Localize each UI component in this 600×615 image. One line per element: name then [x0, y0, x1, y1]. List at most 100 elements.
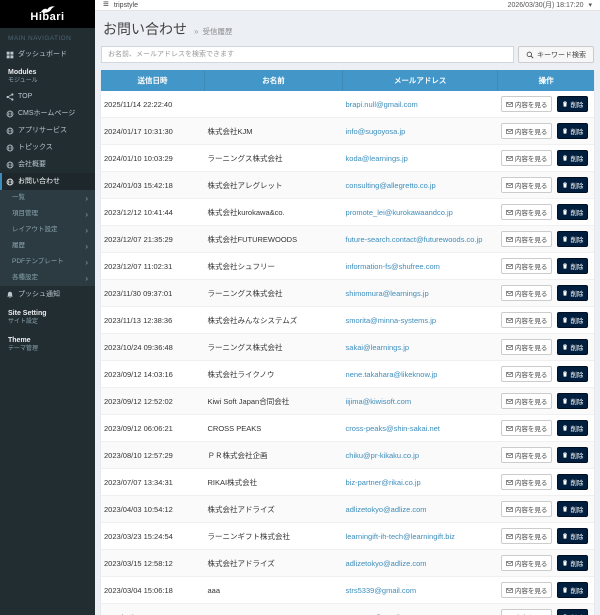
email-link[interactable]: information-fs@shufree.com — [346, 262, 440, 271]
keyword-search-button[interactable]: キーワード検索 — [518, 46, 594, 63]
delete-button[interactable]: 削除 — [557, 231, 588, 247]
email-link[interactable]: adlizetokyo@adlize.com — [346, 559, 427, 568]
hamburger-menu-icon[interactable]: ≡ — [103, 0, 109, 10]
view-content-button[interactable]: 内容を見る — [501, 312, 553, 328]
trash-icon — [562, 155, 568, 161]
view-content-button[interactable]: 内容を見る — [501, 555, 553, 571]
delete-button[interactable]: 削除 — [557, 501, 588, 517]
delete-button[interactable]: 削除 — [557, 366, 588, 382]
table-row: 2024/01/03 15:42:18 株式会社アレグレット consultin… — [101, 172, 594, 199]
view-content-button[interactable]: 内容を見る — [501, 474, 553, 490]
view-content-button[interactable]: 内容を見る — [501, 150, 553, 166]
sidebar-item-dashboard[interactable]: ダッシュボード — [0, 46, 95, 63]
sidebar-item[interactable]: CMSホームページ — [0, 105, 95, 122]
sidebar-item[interactable]: 会社概要 — [0, 156, 95, 173]
cell-name: 株式会社FUTUREWOODS — [205, 226, 343, 253]
delete-button[interactable]: 削除 — [557, 312, 588, 328]
nav-item-icon — [6, 127, 14, 135]
email-link[interactable]: shimomura@learnings.jp — [346, 289, 429, 298]
sidebar-subitem-label: 履歴 — [12, 242, 25, 250]
delete-button[interactable]: 削除 — [557, 339, 588, 355]
email-link[interactable]: brapi.null@gmail.com — [346, 100, 418, 109]
brand-logo[interactable]: Hibari — [0, 0, 95, 28]
email-link[interactable]: cross-peaks@shin-sakai.net — [346, 424, 440, 433]
view-content-button[interactable]: 内容を見る — [501, 285, 553, 301]
sidebar-item[interactable]: お問い合わせ — [0, 173, 95, 190]
email-link[interactable]: promote_lei@kurokawaandco.jp — [346, 208, 453, 217]
trash-icon — [562, 371, 568, 377]
email-link[interactable]: smorita@minna-systems.jp — [346, 316, 437, 325]
view-content-button[interactable]: 内容を見る — [501, 393, 553, 409]
view-content-button[interactable]: 内容を見る — [501, 177, 553, 193]
view-content-button[interactable]: 内容を見る — [501, 96, 553, 112]
view-content-button[interactable]: 内容を見る — [501, 447, 553, 463]
sidebar-subitem[interactable]: レイアウト設定 › — [0, 222, 95, 238]
delete-button[interactable]: 削除 — [557, 123, 588, 139]
delete-button[interactable]: 削除 — [557, 393, 588, 409]
view-content-button[interactable]: 内容を見る — [501, 609, 553, 615]
cell-actions: 内容を見る 削除 — [498, 604, 594, 615]
sidebar-item-push-notification[interactable]: プッシュ通知 — [0, 286, 95, 303]
email-link[interactable]: strs5339@gmail.com — [346, 586, 417, 595]
view-content-button[interactable]: 内容を見る — [501, 420, 553, 436]
delete-label: 削除 — [570, 585, 583, 595]
view-content-button[interactable]: 内容を見る — [501, 204, 553, 220]
sidebar-item-label: CMSホームページ — [18, 109, 75, 118]
cell-datetime: 2023/09/12 12:52:02 — [101, 388, 205, 415]
cell-name: ラーニングス株式会社 — [205, 280, 343, 307]
chevron-right-icon: › — [85, 259, 88, 266]
email-link[interactable]: adlizetokyo@adlize.com — [346, 505, 427, 514]
delete-button[interactable]: 削除 — [557, 177, 588, 193]
email-link[interactable]: iijima@kiwisoft.com — [346, 397, 412, 406]
email-link[interactable]: koda@learnings.jp — [346, 154, 408, 163]
chevron-down-icon[interactable]: ▾ — [588, 1, 592, 9]
sidebar-subitem[interactable]: 各種設定 › — [0, 270, 95, 286]
view-content-label: 内容を見る — [515, 288, 548, 298]
sidebar-item-theme[interactable]: Theme テーマ管理 — [0, 330, 95, 357]
sidebar-subitem[interactable]: 一覧 › — [0, 190, 95, 206]
envelope-icon — [506, 101, 513, 108]
delete-button[interactable]: 削除 — [557, 96, 588, 112]
trash-icon — [562, 398, 568, 404]
table-header-row: 送信日時 お名前 メールアドレス 操作 — [101, 70, 594, 91]
app-name[interactable]: tripstyle — [114, 2, 138, 9]
email-link[interactable]: biz-partner@rikai.co.jp — [346, 478, 421, 487]
delete-button[interactable]: 削除 — [557, 474, 588, 490]
delete-button[interactable]: 削除 — [557, 204, 588, 220]
email-link[interactable]: sakai@learnings.jp — [346, 343, 409, 352]
delete-button[interactable]: 削除 — [557, 609, 588, 615]
email-link[interactable]: info@sugoyosa.jp — [346, 127, 406, 136]
delete-button[interactable]: 削除 — [557, 447, 588, 463]
email-link[interactable]: learningift-ih-tech@learningift.biz — [346, 532, 455, 541]
topbar: ≡ tripstyle 2026/03/30(月) 18:17:20 ▾ — [95, 0, 600, 11]
view-content-button[interactable]: 内容を見る — [501, 528, 553, 544]
sidebar-subitem[interactable]: PDFテンプレート › — [0, 254, 95, 270]
sidebar-item[interactable]: TOP — [0, 88, 95, 105]
theme-label-ja: テーマ管理 — [8, 345, 87, 353]
view-content-button[interactable]: 内容を見る — [501, 582, 553, 598]
view-content-button[interactable]: 内容を見る — [501, 123, 553, 139]
sidebar-subitem[interactable]: 項目管理 › — [0, 206, 95, 222]
view-content-button[interactable]: 内容を見る — [501, 366, 553, 382]
view-content-button[interactable]: 内容を見る — [501, 339, 553, 355]
delete-button[interactable]: 削除 — [557, 555, 588, 571]
search-input[interactable] — [101, 46, 514, 63]
delete-button[interactable]: 削除 — [557, 528, 588, 544]
sidebar-item[interactable]: アプリサービス — [0, 122, 95, 139]
nav-item-icon — [6, 161, 14, 169]
email-link[interactable]: chiku@pr-kikaku.co.jp — [346, 451, 419, 460]
email-link[interactable]: nene.takahara@likeknow.jp — [346, 370, 438, 379]
delete-button[interactable]: 削除 — [557, 420, 588, 436]
delete-button[interactable]: 削除 — [557, 258, 588, 274]
sidebar-subitem[interactable]: 履歴 › — [0, 238, 95, 254]
delete-button[interactable]: 削除 — [557, 582, 588, 598]
email-link[interactable]: consulting@allegretto.co.jp — [346, 181, 436, 190]
view-content-button[interactable]: 内容を見る — [501, 258, 553, 274]
delete-button[interactable]: 削除 — [557, 150, 588, 166]
sidebar-item-site-setting[interactable]: Site Setting サイト設定 — [0, 303, 95, 330]
email-link[interactable]: future-search.contact@futurewoods.co.jp — [346, 235, 483, 244]
view-content-button[interactable]: 内容を見る — [501, 501, 553, 517]
sidebar-item[interactable]: トピックス — [0, 139, 95, 156]
delete-button[interactable]: 削除 — [557, 285, 588, 301]
view-content-button[interactable]: 内容を見る — [501, 231, 553, 247]
